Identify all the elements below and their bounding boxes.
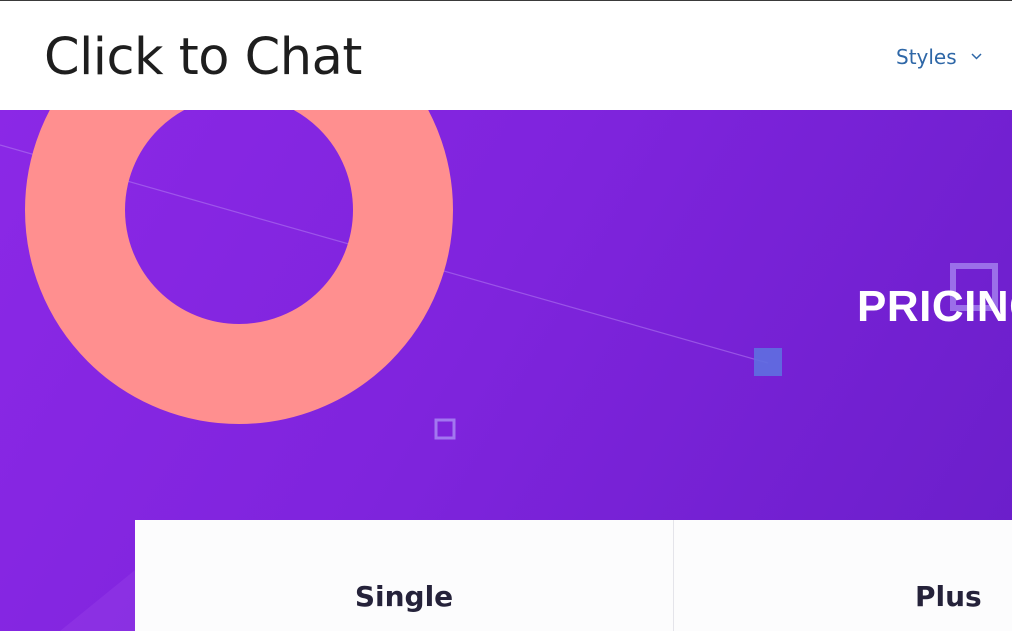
- styles-menu-label: Styles: [896, 45, 957, 69]
- decorative-ring: [25, 110, 453, 424]
- decorative-triangle: [60, 570, 135, 631]
- site-title[interactable]: Click to Chat: [44, 27, 362, 88]
- hero-title: PRICING: [857, 282, 1012, 331]
- site-header: Click to Chat Styles: [0, 0, 1012, 110]
- plan-card-single: Single: [135, 520, 674, 631]
- plan-name: Plus: [915, 580, 982, 613]
- page: Click to Chat Styles PRICING: [0, 0, 1012, 631]
- decorative-square: [754, 348, 782, 376]
- plan-card-plus: Plus: [674, 520, 1012, 631]
- chevron-down-icon: [971, 51, 982, 62]
- pricing-cards: Single Plus: [135, 520, 1012, 631]
- styles-menu-toggle[interactable]: Styles: [896, 45, 982, 69]
- plan-name: Single: [354, 580, 454, 613]
- decorative-square-outline: [434, 418, 456, 440]
